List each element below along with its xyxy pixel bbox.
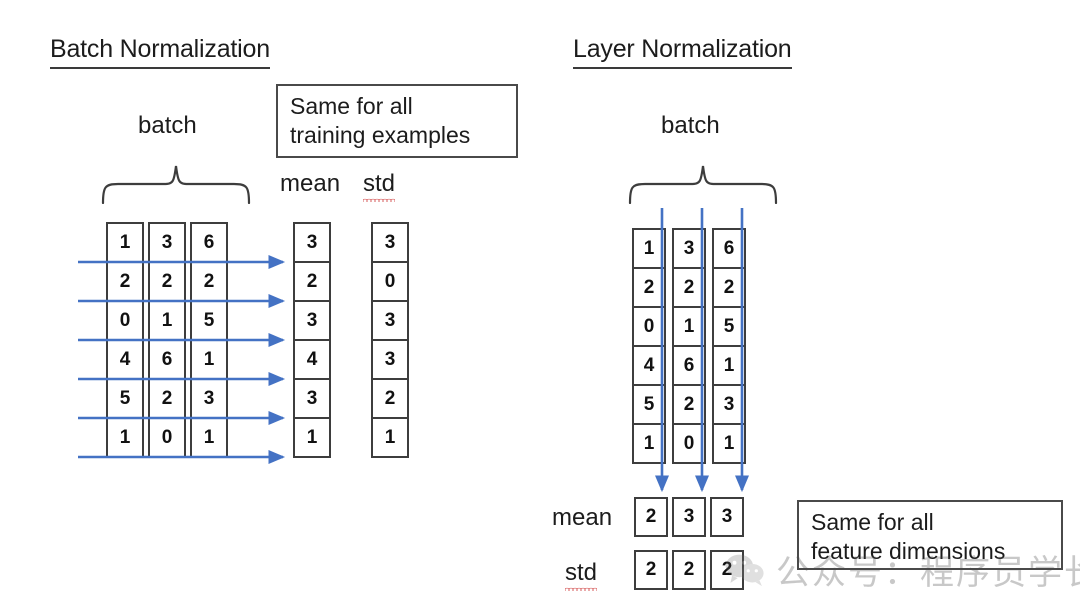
left-matrix-column-0: 120451 <box>106 222 144 458</box>
left-mean-cell-2: 3 <box>293 300 331 341</box>
left-batch-label: batch <box>138 112 197 139</box>
right-matrix-cell-0-1: 3 <box>672 228 706 269</box>
left-matrix-cell-1-1: 2 <box>148 261 186 302</box>
right-matrix-cell-1-1: 2 <box>672 267 706 308</box>
left-matrix-cell-4-2: 3 <box>190 378 228 419</box>
left-matrix-cell-1-0: 2 <box>106 261 144 302</box>
right-matrix-cell-4-2: 3 <box>712 384 746 425</box>
right-matrix-cell-2-0: 0 <box>632 306 666 347</box>
right-data-matrix: 120451321620625131 <box>632 228 746 464</box>
left-matrix-cell-5-2: 1 <box>190 417 228 458</box>
left-std-cell-4: 2 <box>371 378 409 419</box>
left-matrix-cell-2-1: 1 <box>148 300 186 341</box>
right-matrix-column-0: 120451 <box>632 228 666 464</box>
right-matrix-cell-0-2: 6 <box>712 228 746 269</box>
right-matrix-cell-3-0: 4 <box>632 345 666 386</box>
left-matrix-cell-4-1: 2 <box>148 378 186 419</box>
left-callout-box: Same for all training examples <box>276 84 518 158</box>
left-mean-cell-5: 1 <box>293 417 331 458</box>
left-mean-cell-3: 4 <box>293 339 331 380</box>
left-matrix-column-2: 625131 <box>190 222 228 458</box>
left-matrix-cell-5-0: 1 <box>106 417 144 458</box>
left-matrix-column-1: 321620 <box>148 222 186 458</box>
right-matrix-cell-1-0: 2 <box>632 267 666 308</box>
left-std-cell-0: 3 <box>371 222 409 263</box>
left-matrix-cell-4-0: 5 <box>106 378 144 419</box>
right-std-cell-2: 2 <box>710 550 744 590</box>
right-matrix-column-2: 625131 <box>712 228 746 464</box>
right-matrix-cell-1-2: 2 <box>712 267 746 308</box>
right-std-text: std <box>565 559 598 591</box>
left-std-vector: 303321 <box>371 222 409 458</box>
left-std-cell-5: 1 <box>371 417 409 458</box>
left-matrix-cell-0-0: 1 <box>106 222 144 263</box>
left-data-matrix: 120451321620625131 <box>106 222 228 458</box>
right-matrix-cell-5-1: 0 <box>672 423 706 464</box>
left-matrix-cell-3-0: 4 <box>106 339 144 380</box>
right-callout-box: Same for all feature dimensions <box>797 500 1063 570</box>
right-matrix-cell-4-1: 2 <box>672 384 706 425</box>
left-mean-label: mean <box>280 170 341 197</box>
right-std-cell-1: 2 <box>672 550 706 590</box>
layer-normalization-title: Layer Normalization <box>573 35 792 69</box>
left-matrix-cell-3-2: 1 <box>190 339 228 380</box>
right-mean-cell-2: 3 <box>710 497 744 537</box>
right-matrix-cell-5-2: 1 <box>712 423 746 464</box>
right-matrix-column-1: 321620 <box>672 228 706 464</box>
right-std-row: 222 <box>634 550 744 590</box>
right-batch-label: batch <box>661 112 720 139</box>
left-std-cell-2: 3 <box>371 300 409 341</box>
right-matrix-cell-0-0: 1 <box>632 228 666 269</box>
right-mean-label: mean <box>552 504 613 531</box>
right-mean-row: 233 <box>634 497 744 537</box>
left-std-text: std <box>363 170 396 202</box>
right-matrix-cell-3-1: 6 <box>672 345 706 386</box>
left-matrix-cell-5-1: 0 <box>148 417 186 458</box>
left-mean-vector: 323431 <box>293 222 331 458</box>
left-matrix-cell-0-1: 3 <box>148 222 186 263</box>
left-matrix-cell-3-1: 6 <box>148 339 186 380</box>
left-mean-cell-0: 3 <box>293 222 331 263</box>
right-mean-cell-1: 3 <box>672 497 706 537</box>
left-mean-cell-4: 3 <box>293 378 331 419</box>
batch-normalization-title: Batch Normalization <box>50 35 270 69</box>
left-batch-brace <box>100 162 252 209</box>
right-std-label: std <box>565 559 598 591</box>
right-matrix-cell-3-2: 1 <box>712 345 746 386</box>
right-matrix-cell-2-1: 1 <box>672 306 706 347</box>
right-matrix-cell-2-2: 5 <box>712 306 746 347</box>
left-matrix-cell-1-2: 2 <box>190 261 228 302</box>
right-std-cell-0: 2 <box>634 550 668 590</box>
left-matrix-cell-0-2: 6 <box>190 222 228 263</box>
left-std-cell-3: 3 <box>371 339 409 380</box>
right-matrix-cell-5-0: 1 <box>632 423 666 464</box>
right-matrix-cell-4-0: 5 <box>632 384 666 425</box>
right-batch-brace <box>627 162 779 209</box>
left-mean-cell-1: 2 <box>293 261 331 302</box>
left-matrix-cell-2-0: 0 <box>106 300 144 341</box>
left-matrix-cell-2-2: 5 <box>190 300 228 341</box>
left-std-cell-1: 0 <box>371 261 409 302</box>
left-std-label: std <box>363 170 396 202</box>
right-mean-cell-0: 2 <box>634 497 668 537</box>
